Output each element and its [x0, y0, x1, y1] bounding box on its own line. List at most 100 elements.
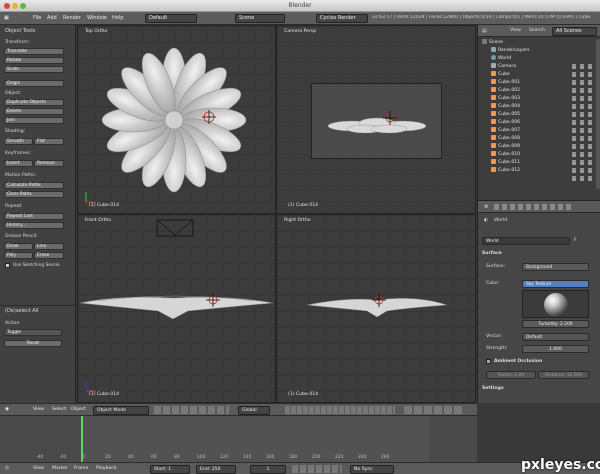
current-frame-field[interactable]: 1	[250, 465, 286, 474]
scene-stats: v2.63.17 | Verts:12024 | Faces:12800 | O…	[372, 15, 591, 20]
surface-panel-header[interactable]: Surface	[482, 251, 502, 256]
poly-button[interactable]: Poly	[4, 252, 33, 259]
ao-factor-field[interactable]: Factor: 1.00	[486, 371, 536, 379]
timeline[interactable]: -40 -20 0 20 40 60 80 100 120 140 160 18…	[0, 415, 477, 463]
color-node-dropdown[interactable]: Sky Texture	[522, 280, 589, 288]
rotate-button[interactable]: Rotate	[4, 57, 64, 64]
visibility-toggles[interactable]	[572, 61, 596, 181]
marker-menu[interactable]: Marker	[52, 466, 68, 471]
join-button[interactable]: Join	[4, 117, 64, 124]
timeline-tick: 220	[335, 455, 344, 460]
ambient-occlusion-checkbox[interactable]	[486, 359, 491, 364]
menu-help[interactable]: Help	[112, 15, 123, 21]
insert-keyframe-button[interactable]: Insert	[4, 160, 33, 167]
menu-file[interactable]: File	[33, 15, 41, 21]
outliner-item-label: RenderLayers	[498, 48, 530, 53]
viewport-front-ortho[interactable]: Front Ortho (1) Cube.014	[77, 214, 276, 403]
playback-menu[interactable]: Playback	[96, 466, 117, 471]
scale-button[interactable]: Scale	[4, 66, 64, 73]
properties-editor-icon[interactable]: ⚙	[484, 204, 488, 210]
world-datablock-field[interactable]: World	[482, 237, 570, 245]
sky-preview[interactable]	[522, 290, 589, 318]
surface-dropdown[interactable]: Background	[522, 263, 589, 271]
timeline-tick: 20	[105, 455, 111, 460]
timeline-tick: 100	[197, 455, 206, 460]
draw-button[interactable]: Draw	[4, 243, 33, 250]
view3d-editor-icon[interactable]: ◉	[5, 407, 9, 412]
ao-distance-field[interactable]: Distance: 10.000	[538, 371, 589, 379]
sync-mode-selector[interactable]: No Sync	[350, 465, 394, 474]
outliner-item-label: Cube.010	[498, 152, 521, 157]
timeline-editor-icon[interactable]: ◷	[5, 466, 9, 471]
strength-field[interactable]: 1.000	[522, 345, 589, 353]
breadcrumb: World	[494, 218, 508, 223]
zoom-icon[interactable]	[20, 3, 26, 9]
delete-button[interactable]: Delete	[4, 108, 64, 115]
calculate-paths-button[interactable]: Calculate Paths	[4, 182, 64, 189]
origin-button[interactable]: Origin	[4, 80, 64, 87]
outliner-item-renderlayers[interactable]: RenderLayers	[478, 47, 600, 55]
erase-button[interactable]: Erase	[34, 252, 64, 259]
playback-controls[interactable]	[292, 465, 342, 473]
translate-button[interactable]: Translate	[4, 48, 64, 55]
menu-object[interactable]: Object	[71, 407, 86, 412]
timeline-tick: 160	[266, 455, 275, 460]
preview-sphere	[544, 293, 568, 317]
flower-camera-view	[327, 111, 427, 134]
vector-dropdown[interactable]: Default	[522, 333, 589, 341]
frame-menu[interactable]: Frame	[74, 466, 88, 471]
repeat-last-button[interactable]: Repeat Last	[4, 213, 64, 220]
snap-buttons[interactable]	[404, 406, 464, 414]
outliner-editor-icon[interactable]: ▤	[482, 28, 487, 34]
shading-and-pivot-buttons[interactable]	[154, 406, 229, 414]
outliner-item-label: Cube.004	[498, 104, 521, 109]
scene-selector[interactable]: Scene	[235, 14, 285, 23]
flat-button[interactable]: Flat	[34, 138, 64, 145]
ambient-occlusion-header[interactable]: Ambient Occlusion	[494, 359, 542, 364]
viewport-right-ortho[interactable]: Right Ortho (1) Cube.014	[276, 214, 476, 403]
sketching-checkbox[interactable]	[5, 263, 10, 268]
smooth-button[interactable]: Smooth	[4, 138, 33, 145]
remove-keyframe-button[interactable]: Remove	[34, 160, 64, 167]
history-button[interactable]: History...	[4, 222, 64, 229]
sketching-label: Use Sketching Sessio	[13, 263, 60, 268]
outliner-view-menu[interactable]: View	[510, 28, 521, 33]
grease-pencil-label: Grease Pencil:	[5, 234, 38, 239]
outliner-search-menu[interactable]: Search	[529, 28, 545, 33]
clear-paths-button[interactable]: Clear Paths	[4, 191, 64, 198]
menu-window[interactable]: Window	[87, 15, 107, 21]
info-editor-icon[interactable]: ▣	[4, 15, 9, 21]
mode-selector[interactable]: Object Mode	[93, 406, 149, 415]
fake-user-icon[interactable]: F	[574, 238, 577, 243]
outliner-scrollbar[interactable]	[596, 39, 600, 189]
reset-button[interactable]: Reset	[4, 340, 62, 347]
outliner-display-mode[interactable]: All Scenes	[552, 27, 597, 36]
viewport-camera-persp[interactable]: Camera Persp (1) Cube.014	[276, 25, 476, 214]
orientation-selector[interactable]: Global	[238, 406, 270, 415]
outliner-header: ▤ View Search All Scenes	[478, 25, 600, 37]
timeline-view-menu[interactable]: View	[33, 466, 44, 471]
timeline-tick: 0	[82, 455, 85, 460]
active-object-label: (1) Cube.014	[288, 203, 319, 208]
action-dropdown[interactable]: Toggle	[4, 329, 62, 336]
viewport-top-ortho[interactable]: Top Ortho (1) Cube.014	[77, 25, 276, 214]
layer-buttons[interactable]	[285, 406, 395, 414]
render-engine-selector[interactable]: Cycles Render	[316, 14, 368, 23]
minimize-icon[interactable]	[12, 3, 18, 9]
close-icon[interactable]	[4, 3, 10, 9]
end-frame-field[interactable]: End: 250	[196, 465, 236, 474]
turbidity-field[interactable]: Turbidity: 2.200	[522, 320, 589, 328]
menu-render[interactable]: Render	[63, 15, 81, 21]
duplicate-objects-button[interactable]: Duplicate Objects	[4, 99, 64, 106]
menu-view[interactable]: View	[33, 407, 44, 412]
surface-label: Surface:	[486, 264, 506, 269]
layout-selector[interactable]: Default	[145, 14, 197, 23]
outliner-item-scene[interactable]: Scene	[478, 39, 600, 47]
start-frame-field[interactable]: Start: 1	[150, 465, 190, 474]
settings-panel-header[interactable]: Settings	[482, 386, 504, 391]
context-tabs[interactable]	[494, 204, 574, 210]
timeline-tick: 80	[174, 455, 180, 460]
line-button[interactable]: Line	[34, 243, 64, 250]
menu-add[interactable]: Add	[47, 15, 57, 21]
menu-select[interactable]: Select	[52, 407, 66, 412]
